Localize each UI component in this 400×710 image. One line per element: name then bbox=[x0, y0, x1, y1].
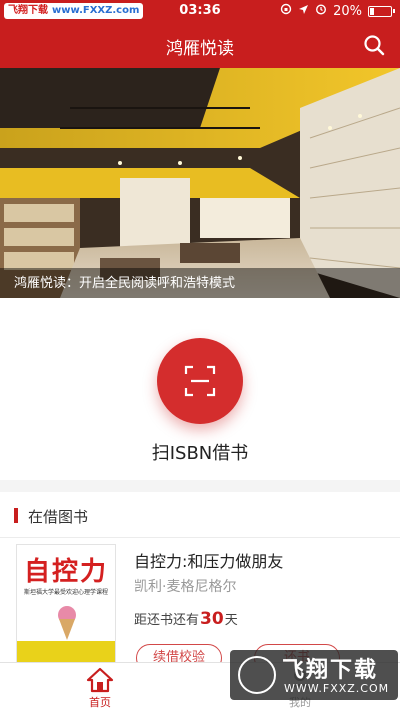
alarm-icon bbox=[315, 3, 327, 19]
section-title: 在借图书 bbox=[28, 508, 89, 526]
due-days: 30 bbox=[200, 609, 224, 629]
banner-image bbox=[0, 68, 400, 298]
book-author: 凯利·麦格尼格尔 bbox=[134, 579, 237, 595]
tab-home-label: 首页 bbox=[89, 696, 111, 709]
banner-caption: 鸿雁悦读：开启全民阅读呼和浩特模式 bbox=[14, 276, 236, 291]
scan-icon bbox=[184, 365, 216, 397]
tab-home[interactable]: 首页 bbox=[40, 663, 160, 710]
book-title[interactable]: 自控力:和压力做朋友 bbox=[134, 548, 283, 572]
section-header: 在借图书 bbox=[0, 492, 400, 538]
lock-rotation-icon bbox=[280, 3, 292, 19]
page-title: 鸿雁悦读 bbox=[166, 39, 234, 59]
scan-section: 扫ISBN借书 bbox=[0, 298, 400, 480]
book-cover-subtitle: 斯坦福大学最受欢迎心理学课程 bbox=[23, 589, 108, 596]
watermark-overlay-title: 飞翔下载 bbox=[282, 658, 379, 683]
battery-icon bbox=[368, 5, 395, 17]
book-cover-band bbox=[17, 641, 115, 663]
status-indicators: 20% bbox=[280, 3, 395, 19]
status-bar: 飞翔下载 www.FXXZ.com 03:36 20% bbox=[0, 0, 400, 22]
top-navbar: 鸿雁悦读 bbox=[0, 22, 400, 68]
due-suffix: 天 bbox=[224, 613, 238, 628]
ice-cream-icon bbox=[58, 606, 76, 640]
borrowed-books-section: 在借图书 自控力 斯坦福大学最受欢迎心理学课程 自控力:和压力做朋友 凯利·麦格… bbox=[0, 492, 400, 672]
watermark-overlay-url: WWW.FXXZ.COM bbox=[284, 682, 390, 695]
location-icon bbox=[298, 4, 309, 19]
due-prefix: 距还书还有 bbox=[134, 613, 200, 628]
battery-percent: 20% bbox=[333, 3, 362, 19]
scan-isbn-label[interactable]: 扫ISBN借书 bbox=[0, 439, 400, 465]
section-accent-bar bbox=[14, 508, 18, 523]
app-screen: 飞翔下载 www.FXXZ.com 03:36 20% 鸿雁悦读 鸿雁悦读：开启… bbox=[0, 0, 400, 710]
watermark-overlay: 飞翔下载 WWW.FXXZ.COM bbox=[230, 650, 398, 700]
watermark-logo bbox=[238, 656, 276, 694]
banner-carousel[interactable]: 鸿雁悦读：开启全民阅读呼和浩特模式 bbox=[0, 68, 400, 298]
due-info: 距还书还有 30 天 bbox=[134, 609, 238, 629]
scan-isbn-button[interactable] bbox=[157, 338, 243, 424]
home-icon bbox=[86, 667, 114, 693]
book-cover-title: 自控力 bbox=[23, 557, 108, 587]
battery-level bbox=[370, 7, 374, 15]
book-cover[interactable]: 自控力 斯坦福大学最受欢迎心理学课程 bbox=[16, 544, 116, 664]
search-icon[interactable] bbox=[362, 33, 386, 57]
